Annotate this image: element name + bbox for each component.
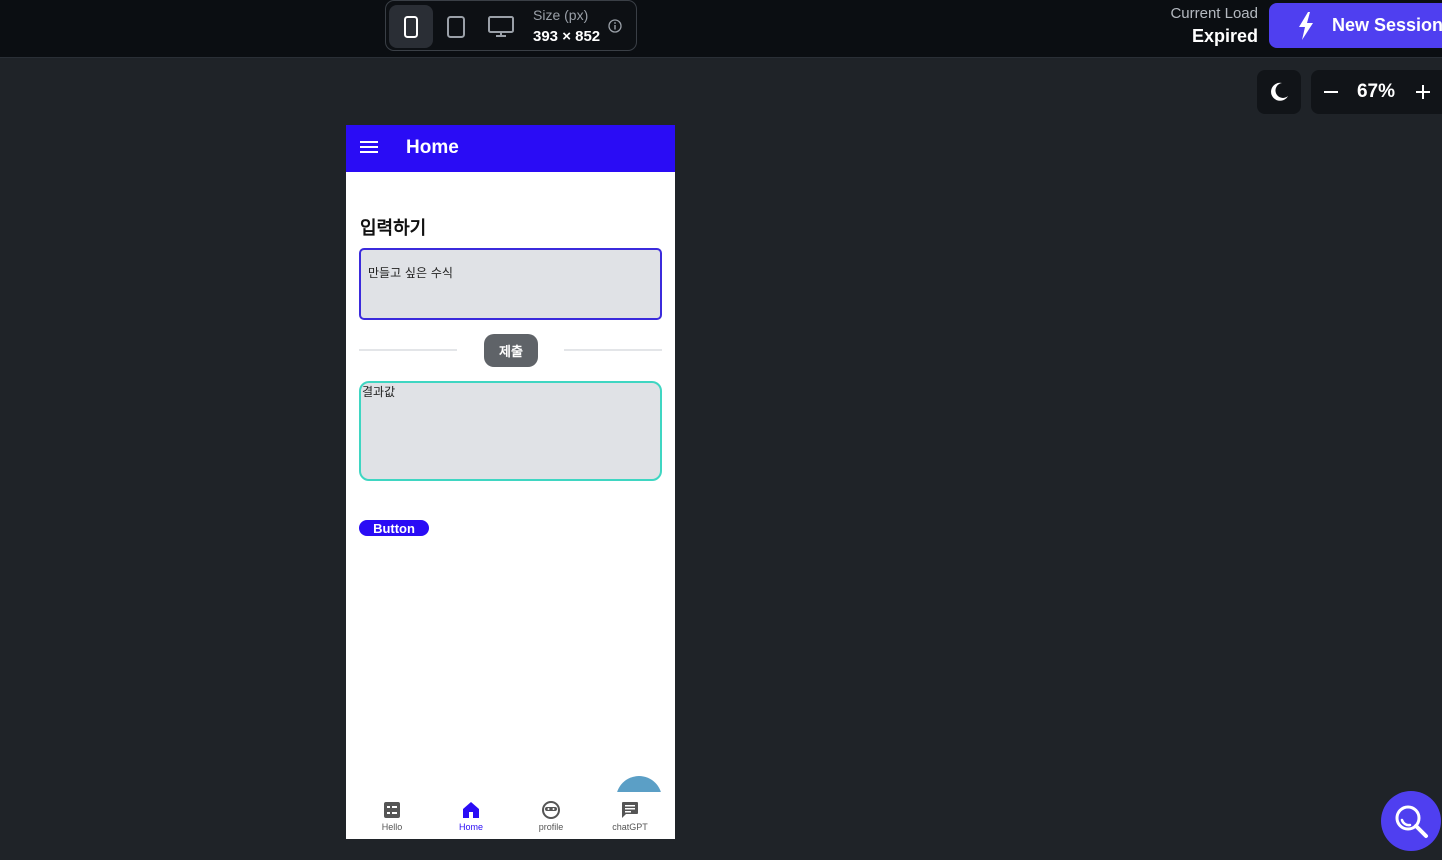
home-icon	[461, 800, 481, 820]
zoom-control: 67%	[1311, 70, 1442, 114]
desktop-icon	[488, 15, 514, 37]
top-toolbar: Size (px) 393 × 852 Current Load Expired…	[0, 0, 1442, 58]
moon-icon	[1271, 82, 1288, 101]
zoom-in-button[interactable]	[1408, 77, 1438, 107]
nav-label-hello: Hello	[381, 822, 403, 832]
info-icon[interactable]	[608, 19, 622, 33]
current-load-label: Current Load	[1170, 5, 1258, 22]
plus-icon	[1416, 85, 1430, 99]
nav-label-chatgpt: chatGPT	[612, 822, 648, 832]
size-label: Size (px)	[533, 7, 589, 23]
theme-toggle-button[interactable]	[1257, 70, 1301, 114]
zoom-level: 67%	[1356, 81, 1396, 102]
nav-label-profile: profile	[538, 822, 564, 832]
new-session-label: New Session	[1332, 15, 1442, 35]
chat-icon	[620, 800, 640, 820]
submit-button[interactable]: 제출	[484, 334, 538, 367]
size-value: 393 × 852	[533, 28, 601, 45]
nav-item-chatgpt[interactable]: chatGPT	[600, 792, 660, 839]
phone-icon	[404, 15, 418, 38]
new-session-button[interactable]: New Session	[1269, 3, 1442, 48]
list-icon	[382, 800, 402, 820]
face-icon	[541, 800, 561, 820]
device-selector: Size (px) 393 × 852	[385, 0, 637, 51]
result-placeholder: 결과값	[362, 385, 396, 399]
formula-input[interactable]: 만들고 싶은 수식	[359, 248, 662, 320]
action-button[interactable]: Button	[359, 520, 429, 536]
lightning-icon	[1299, 12, 1313, 40]
phone-device-button[interactable]	[389, 5, 433, 48]
divider-left	[359, 349, 457, 351]
tablet-device-button[interactable]	[434, 5, 478, 48]
page-title: Home	[406, 137, 459, 158]
app-bar: Home	[346, 125, 675, 172]
divider-right	[564, 349, 662, 351]
search-button[interactable]	[1381, 791, 1441, 851]
menu-icon[interactable]	[360, 140, 378, 154]
nav-item-hello[interactable]: Hello	[362, 792, 422, 839]
current-load-status: Expired	[1191, 26, 1258, 46]
result-field[interactable]: 결과값	[359, 381, 662, 481]
nav-item-home[interactable]: Home	[441, 792, 501, 839]
minus-icon	[1324, 91, 1338, 93]
formula-input-placeholder: 만들고 싶은 수식	[368, 266, 453, 280]
search-icon	[1395, 805, 1428, 838]
tablet-icon	[447, 15, 465, 38]
zoom-out-button[interactable]	[1317, 77, 1345, 107]
desktop-device-button[interactable]	[479, 5, 523, 48]
section-title: 입력하기	[360, 218, 427, 239]
nav-label-home: Home	[458, 822, 483, 832]
phone-preview: Home 입력하기 만들고 싶은 수식 제출 결과값 Button Hello …	[346, 125, 675, 839]
nav-item-profile[interactable]: profile	[521, 792, 581, 839]
bottom-navigation: Hello Home profile chatGPT	[346, 792, 675, 839]
